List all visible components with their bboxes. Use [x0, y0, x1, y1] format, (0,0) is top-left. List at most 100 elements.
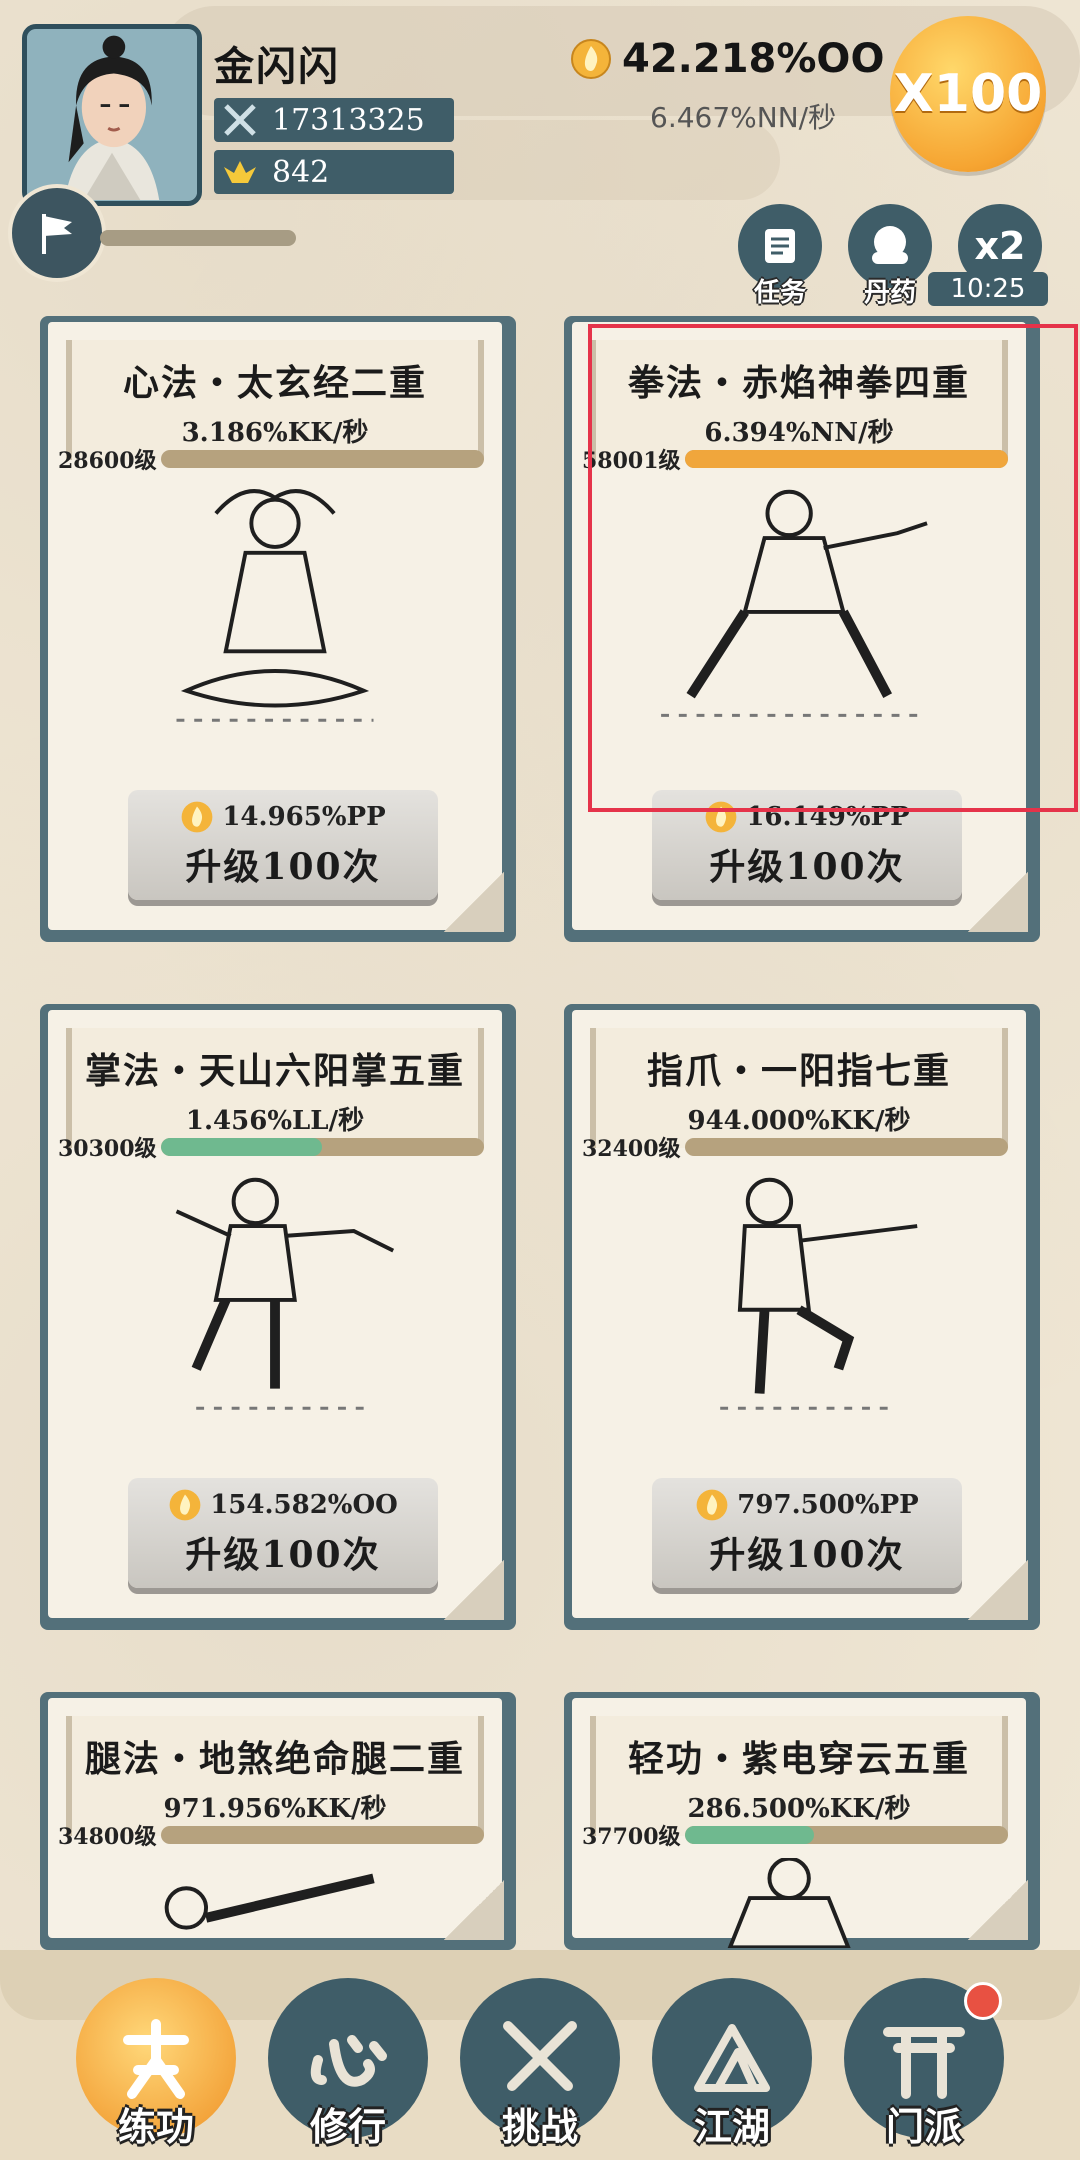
- lightness-skill-martial-artist-illustration: [602, 1856, 996, 1950]
- card-scroll-header: 掌法・天山六阳掌五重 1.456%LL/秒: [66, 1028, 484, 1148]
- skill-card[interactable]: 掌法・天山六阳掌五重 1.456%LL/秒 30300级 154.582%OO: [40, 1004, 516, 1630]
- skill-card[interactable]: 轻功・紫电穿云五重 286.500%KK/秒 37700级: [564, 1692, 1040, 1950]
- combat-power-value: 17313325: [272, 102, 425, 138]
- upgrade-cost-value: 16.149%PP: [746, 802, 910, 832]
- flame-coin-icon: [169, 1489, 201, 1521]
- level-progress-fill: [160, 1138, 323, 1156]
- skill-level: 37700级: [582, 1824, 681, 1850]
- skill-card[interactable]: 指爪・一阳指七重 944.000%KK/秒 32400级 797.500%PP: [564, 1004, 1040, 1630]
- upgrade-100-button[interactable]: 797.500%PP 升级100次: [652, 1478, 962, 1588]
- skill-title: 轻功・紫电穿云五重: [627, 1738, 970, 1780]
- level-row: 58001级: [582, 444, 1008, 474]
- upgrade-cost: 154.582%OO: [128, 1488, 438, 1522]
- palm-strike-martial-artist-illustration: [78, 1170, 472, 1420]
- gold-display: 42.218%OO: [570, 36, 884, 82]
- upgrade-label: 升级100次: [185, 1534, 381, 1576]
- level-row: 30300级: [58, 1132, 484, 1162]
- nav-label: 门派: [885, 2104, 962, 2149]
- nav-item-kungfu[interactable]: 练功: [76, 1978, 236, 2149]
- upgrade-label: 升级100次: [185, 846, 381, 888]
- level-progress-fill: [684, 450, 1008, 468]
- notification-badge: [964, 1982, 1002, 2020]
- skill-level: 32400级: [582, 1136, 681, 1162]
- nav-label: 江湖: [693, 2104, 770, 2149]
- flame-coin-icon: [705, 801, 737, 833]
- upgrade-cost-value: 14.965%PP: [222, 802, 386, 832]
- skill-level: 28600级: [58, 448, 157, 474]
- fist-stance-martial-artist-illustration: [602, 482, 996, 732]
- level-row: 34800级: [58, 1820, 484, 1850]
- skill-level: 34800级: [58, 1824, 157, 1850]
- skill-card[interactable]: 腿法・地煞绝命腿二重 971.956%KK/秒 34800级: [40, 1692, 516, 1950]
- skill-title: 掌法・天山六阳掌五重: [84, 1050, 465, 1092]
- top-status-panel: 金闪闪 17313325 842 42.218%OO 6.467%NN/秒 X1…: [0, 0, 1080, 310]
- upgrade-cost: 14.965%PP: [128, 800, 438, 834]
- nav-label: 练功: [117, 2104, 194, 2149]
- nav-item-cultivation[interactable]: 修行: [268, 1978, 428, 2149]
- meditating-martial-artist-illustration: [78, 482, 472, 732]
- gold-rate: 6.467%NN/秒: [650, 101, 837, 134]
- finger-strike-martial-artist-illustration: [602, 1170, 996, 1420]
- upgrade-100-button[interactable]: 16.149%PP 升级100次: [652, 790, 962, 900]
- player-avatar[interactable]: [22, 24, 202, 206]
- level-progress-track: [684, 450, 1008, 468]
- upgrade-100-button[interactable]: 154.582%OO 升级100次: [128, 1478, 438, 1588]
- card-panel: 指爪・一阳指七重 944.000%KK/秒 32400级 797.500%PP: [572, 1010, 1028, 1620]
- skill-level: 30300级: [58, 1136, 157, 1162]
- upgrade-cost-value: 154.582%OO: [210, 1490, 398, 1520]
- crossed-swords-icon: [220, 102, 260, 138]
- level-progress-track: [684, 1138, 1008, 1156]
- skill-title: 指爪・一阳指七重: [646, 1050, 951, 1092]
- multiplier-button[interactable]: X100: [890, 16, 1046, 172]
- kick-martial-artist-illustration: [78, 1858, 472, 1948]
- nav-label: 挑战: [501, 2104, 578, 2149]
- skill-card[interactable]: 心法・太玄经二重 3.186%KK/秒 28600级 14.965%PP 升级1…: [40, 316, 516, 942]
- upgrade-cost-value: 797.500%PP: [737, 1490, 919, 1520]
- card-panel: 轻功・紫电穿云五重 286.500%KK/秒 37700级: [572, 1698, 1028, 1950]
- skill-title: 心法・太玄经二重: [122, 362, 427, 404]
- card-scroll-header: 心法・太玄经二重 3.186%KK/秒: [66, 340, 484, 460]
- task-label: 任务: [753, 278, 806, 308]
- pill-gourd-icon: [872, 226, 908, 264]
- level-row: 28600级: [58, 444, 484, 474]
- nav-item-challenge[interactable]: 挑战: [460, 1978, 620, 2149]
- level-progress-track: [160, 1138, 484, 1156]
- nav-item-sect[interactable]: 门派: [844, 1978, 1004, 2149]
- upgrade-100-button[interactable]: 14.965%PP 升级100次: [128, 790, 438, 900]
- combat-power-bar: 17313325: [214, 98, 454, 142]
- skill-title: 拳法・赤焰神拳四重: [627, 362, 970, 404]
- double-speed-timer: 10:25: [928, 272, 1048, 306]
- flame-coin-icon: [181, 801, 213, 833]
- sect-flag-badge[interactable]: [8, 184, 106, 282]
- flag-icon: [42, 214, 72, 254]
- ingot-bar: 842: [214, 150, 454, 194]
- nav-label: 修行: [309, 2104, 386, 2149]
- level-progress-track: [160, 450, 484, 468]
- x2-label: x2: [974, 224, 1026, 268]
- level-row: 37700级: [582, 1820, 1008, 1850]
- card-panel: 掌法・天山六阳掌五重 1.456%LL/秒 30300级 154.582%OO: [48, 1010, 504, 1620]
- bottom-navigation: 练功 修行 挑战 江湖 门派: [0, 1950, 1080, 2160]
- card-scroll-header: 拳法・赤焰神拳四重 6.394%NN/秒: [590, 340, 1008, 460]
- ingot-value: 842: [272, 154, 330, 190]
- gold-ingot-icon: [220, 157, 260, 187]
- level-progress-fill: [684, 1826, 814, 1844]
- skill-card[interactable]: 拳法・赤焰神拳四重 6.394%NN/秒 58001级 16.149%PP 升级…: [564, 316, 1040, 942]
- upgrade-label: 升级100次: [709, 846, 905, 888]
- upgrade-cost: 16.149%PP: [652, 800, 962, 834]
- card-panel: 拳法・赤焰神拳四重 6.394%NN/秒 58001级 16.149%PP 升级…: [572, 322, 1028, 932]
- card-scroll-header: 轻功・紫电穿云五重 286.500%KK/秒: [590, 1716, 1008, 1836]
- upgrade-label: 升级100次: [709, 1534, 905, 1576]
- gold-amount: 42.218%OO: [622, 36, 885, 82]
- nav-item-jianghu[interactable]: 江湖: [652, 1978, 812, 2149]
- pill-label: 丹药: [863, 278, 916, 308]
- level-progress-track: [684, 1826, 1008, 1844]
- upgrade-cost: 797.500%PP: [652, 1488, 962, 1522]
- skill-title: 腿法・地煞绝命腿二重: [84, 1738, 465, 1780]
- level-progress-track: [160, 1826, 484, 1844]
- flame-coin-icon: [696, 1489, 728, 1521]
- scroll-icon: [765, 229, 795, 263]
- card-scroll-header: 腿法・地煞绝命腿二重 971.956%KK/秒: [66, 1716, 484, 1836]
- player-name: 金闪闪: [214, 43, 340, 90]
- experience-bar: [100, 230, 296, 246]
